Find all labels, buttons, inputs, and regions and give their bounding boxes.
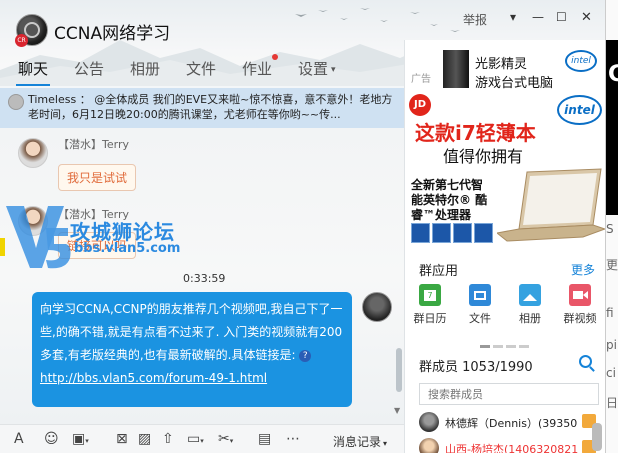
- app-label: 群视频: [563, 312, 597, 325]
- tab-album[interactable]: 相册: [130, 58, 160, 86]
- member-name: 林德辉（Dennis）(39350: [445, 417, 578, 430]
- tab-chat[interactable]: 聊天: [15, 58, 51, 86]
- member-name: 山西-杨培杰(1406320821: [445, 443, 579, 453]
- announcement-text: Timeless ： @全体成员 我们的EVE又来啦~惊不惊喜，意不意外！老地方…: [28, 93, 393, 121]
- right-sidebar: 广告 光影精灵游戏台式电脑 intel JD intel 这款i7轻薄本 值得你…: [404, 40, 606, 453]
- notification-dot: [272, 54, 278, 60]
- edge-char: C: [608, 62, 618, 87]
- edge-char: 日: [606, 396, 618, 410]
- ad-headline-1: 光影精灵游戏台式电脑: [475, 53, 553, 91]
- my-message-bubble[interactable]: 向学习CCNA,CCNP的朋友推荐几个视频吧,我自己下了一些,的确不错,就是有点…: [32, 292, 352, 407]
- folder-icon[interactable]: ▭▾: [187, 431, 204, 447]
- search-icon[interactable]: [579, 355, 592, 368]
- edge-char: S: [606, 222, 614, 236]
- maximize-icon[interactable]: ☐: [556, 10, 567, 24]
- intel-logo-icon: intel: [557, 95, 602, 125]
- processor-badges: [411, 223, 495, 246]
- calendar-icon: 7: [419, 284, 441, 306]
- minimize-icon[interactable]: —: [532, 10, 544, 24]
- jd-logo-icon: JD: [409, 94, 431, 116]
- tab-settings[interactable]: 设置 ▾: [298, 58, 336, 86]
- message-history-label: 消息记录: [333, 435, 382, 449]
- font-icon[interactable]: A: [14, 431, 24, 447]
- members-heading: 群成员 1053/1990: [419, 360, 533, 375]
- sender-avatar[interactable]: [18, 138, 48, 168]
- sidebar-scrollbar[interactable]: [592, 423, 602, 451]
- tab-files[interactable]: 文件: [186, 58, 216, 86]
- app-label: 群日历: [413, 312, 447, 325]
- red-packet-icon[interactable]: ▤: [258, 431, 271, 447]
- more-apps-link[interactable]: 更多: [571, 261, 595, 278]
- app-label: 相册: [519, 312, 541, 325]
- chevron-down-icon: ▾: [331, 64, 336, 75]
- message-sender: 【潜水】Terry: [58, 138, 129, 151]
- member-avatar: [419, 412, 439, 432]
- image-icon[interactable]: ▨: [138, 431, 151, 447]
- message-text: 向学习CCNA,CCNP的朋友推荐几个视频吧,我自己下了一些,的确不错,就是有点…: [40, 302, 343, 362]
- folder-share-icon: [469, 284, 491, 306]
- laptop-icon: [497, 168, 605, 242]
- ad-headline-1a: 光影精灵: [475, 57, 528, 72]
- tab-bar: 聊天 公告 相册 文件 作业 设置 ▾: [0, 58, 400, 86]
- edge-marker: [0, 238, 5, 256]
- ad-headline-4: 全新第七代智能英特尔® 酷睿™处理器: [411, 178, 488, 222]
- upload-icon[interactable]: ⇧: [162, 431, 174, 447]
- edge-banner: C: [606, 40, 618, 215]
- member-item[interactable]: 林德辉（Dennis）(39350: [419, 412, 599, 434]
- emoji-icon[interactable]: ☺: [44, 431, 59, 447]
- member-item[interactable]: 山西-杨培杰(1406320821: [419, 438, 599, 453]
- input-toolbar: A ☺ ▣▾ ⊠ ▨ ⇧ ▭▾ ✂▾ ▤ ⋯ 消息记录 ▾: [0, 424, 404, 453]
- app-files[interactable]: 文件: [460, 284, 500, 326]
- ad-headline-3: 值得你拥有: [443, 147, 524, 166]
- gif-icon[interactable]: ▣▾: [72, 431, 89, 447]
- advertisement[interactable]: 广告 光影精灵游戏台式电脑 intel JD intel 这款i7轻薄本 值得你…: [405, 40, 606, 252]
- background-window-edge: C S 更 fi pi ci 日: [605, 0, 618, 453]
- member-search-input[interactable]: [419, 383, 599, 405]
- tab-settings-label: 设置: [298, 60, 329, 78]
- message-link[interactable]: http://bbs.vlan5.com/forum-49-1.html: [40, 371, 267, 385]
- watermark-url: bbs.vlan5.com: [74, 241, 181, 256]
- member-avatar: [419, 438, 439, 453]
- tab-announcement[interactable]: 公告: [74, 58, 104, 86]
- more-icon[interactable]: ⋯: [286, 431, 300, 447]
- scroll-down-icon[interactable]: ▼: [394, 406, 400, 415]
- ad-label: 广告: [411, 74, 431, 85]
- dropdown-icon[interactable]: ▾: [510, 10, 516, 24]
- message-history-button[interactable]: 消息记录 ▾: [333, 433, 387, 450]
- message-bubble[interactable]: 我只是试试: [58, 164, 137, 191]
- app-pagination[interactable]: [480, 337, 532, 351]
- edge-char: pi: [606, 338, 617, 352]
- group-title: CCNA网络学习: [54, 24, 171, 44]
- edge-char: fi: [606, 306, 614, 320]
- announcement-bar[interactable]: Timeless ： @全体成员 我们的EVE又来啦~惊不惊喜，意不意外！老地方…: [0, 88, 404, 128]
- group-avatar[interactable]: CR: [15, 14, 48, 47]
- app-video[interactable]: 群视频: [560, 284, 600, 326]
- edge-char: ci: [606, 366, 616, 380]
- chat-area[interactable]: 【潜水】Terry 我只是试试 【潜水】Terry 链接可以吗 攻城狮论坛 bb…: [0, 128, 404, 424]
- edge-char: 更: [606, 258, 618, 272]
- announcer-avatar: [8, 94, 24, 110]
- group-apps-heading: 群应用: [419, 264, 459, 279]
- intel-logo-icon: intel: [565, 50, 597, 72]
- shake-icon[interactable]: ⊠: [116, 431, 128, 447]
- ad-headline-2: 这款i7轻薄本: [415, 121, 536, 145]
- my-avatar[interactable]: [362, 292, 392, 322]
- link-icon: ?: [299, 349, 312, 362]
- avatar-badge: CR: [15, 34, 28, 47]
- chevron-down-icon: ▾: [383, 439, 388, 448]
- desktop-pc-icon: [443, 50, 469, 88]
- close-icon[interactable]: ✕: [581, 10, 592, 25]
- screenshot-scissors-icon[interactable]: ✂▾: [218, 431, 233, 447]
- tab-homework[interactable]: 作业: [242, 58, 272, 86]
- photo-icon: [519, 284, 541, 306]
- app-album[interactable]: 相册: [510, 284, 550, 326]
- report-link[interactable]: 举报: [463, 11, 487, 28]
- message-timestamp: 0:33:59: [183, 272, 226, 285]
- chat-scrollbar[interactable]: [396, 348, 402, 392]
- video-camera-icon: [569, 284, 591, 306]
- app-calendar[interactable]: 7 群日历: [410, 284, 450, 326]
- app-label: 文件: [469, 312, 491, 325]
- ad-headline-1b: 游戏台式电脑: [475, 76, 554, 91]
